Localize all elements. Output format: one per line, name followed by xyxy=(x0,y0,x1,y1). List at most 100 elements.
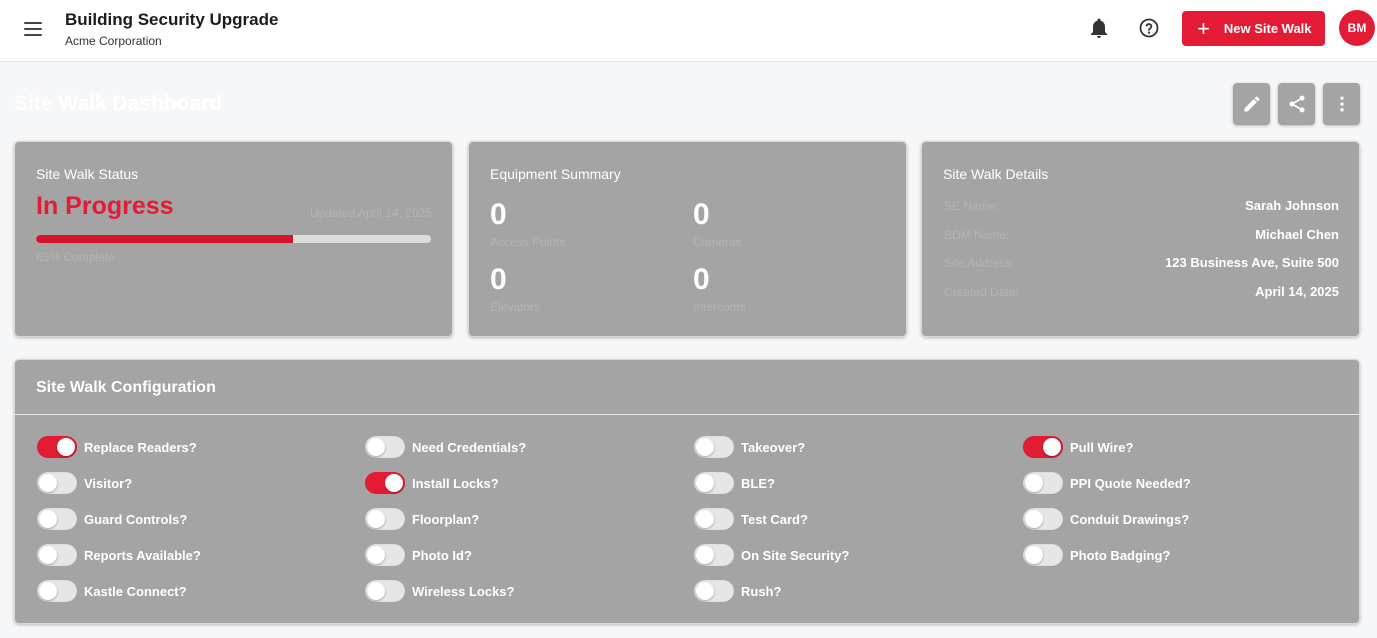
toggle-knob xyxy=(367,510,385,528)
toggle-wireless-locks[interactable]: Wireless Locks? xyxy=(365,579,514,603)
help-icon[interactable] xyxy=(1137,16,1161,40)
toggle-switch[interactable] xyxy=(37,580,77,602)
created-date-label: Created Date: xyxy=(944,285,1019,299)
toggle-guard-controls[interactable]: Guard Controls? xyxy=(37,507,187,531)
toggle-photo-badging[interactable]: Photo Badging? xyxy=(1023,543,1170,567)
toggle-conduit-drawings[interactable]: Conduit Drawings? xyxy=(1023,507,1189,531)
toggle-label: BLE? xyxy=(741,475,775,491)
toggle-switch[interactable] xyxy=(1023,436,1063,458)
plus-icon: + xyxy=(1197,15,1210,41)
toggle-label: Wireless Locks? xyxy=(412,583,515,599)
toggle-switch[interactable] xyxy=(1023,472,1063,494)
toggle-label: PPI Quote Needed? xyxy=(1070,475,1191,491)
edit-button[interactable] xyxy=(1233,83,1270,125)
toggle-knob xyxy=(39,474,57,492)
toggle-switch[interactable] xyxy=(1023,544,1063,566)
toggle-knob xyxy=(1025,546,1043,564)
divider xyxy=(15,414,1359,415)
created-date-value: April 14, 2025 xyxy=(1255,284,1339,299)
status-card-title: Site Walk Status xyxy=(36,166,139,182)
notifications-bell-icon[interactable] xyxy=(1087,16,1111,40)
toggle-ble[interactable]: BLE? xyxy=(694,471,775,495)
toggle-switch[interactable] xyxy=(694,544,734,566)
progress-fill xyxy=(36,235,293,243)
new-site-walk-button[interactable]: + New Site Walk xyxy=(1182,11,1325,46)
toggle-on-site-security[interactable]: On Site Security? xyxy=(694,543,849,567)
status-updated: Updated April 14, 2025 xyxy=(309,206,432,220)
share-button[interactable] xyxy=(1278,83,1315,125)
app-header: Building Security Upgrade Acme Corporati… xyxy=(0,0,1377,62)
equipment-card-title: Equipment Summary xyxy=(490,166,621,182)
cameras-count: 0 xyxy=(693,198,710,231)
toggle-knob xyxy=(1025,510,1043,528)
progress-bar xyxy=(36,235,431,243)
configuration-card: Site Walk Configuration Replace Readers?… xyxy=(14,359,1360,624)
toggle-label: Takeover? xyxy=(741,439,806,455)
toggle-knob xyxy=(696,546,714,564)
toggle-switch[interactable] xyxy=(694,436,734,458)
toggle-knob xyxy=(367,546,385,564)
toggle-switch[interactable] xyxy=(365,436,405,458)
toggle-knob xyxy=(696,582,714,600)
toggle-switch[interactable] xyxy=(37,472,77,494)
equipment-card: Equipment Summary 0 Access Points 0 Came… xyxy=(468,141,907,337)
toggle-knob xyxy=(696,438,714,456)
toggle-pull-wire[interactable]: Pull Wire? xyxy=(1023,435,1133,459)
toggle-kastle-connect[interactable]: Kastle Connect? xyxy=(37,579,187,603)
toggle-test-card[interactable]: Test Card? xyxy=(694,507,808,531)
toggle-switch[interactable] xyxy=(37,436,77,458)
toggle-rush[interactable]: Rush? xyxy=(694,579,781,603)
toggle-label: Guard Controls? xyxy=(84,511,188,527)
cameras-label: Cameras xyxy=(693,235,742,249)
toggle-takeover[interactable]: Takeover? xyxy=(694,435,805,459)
share-icon xyxy=(1289,95,1304,113)
toggle-switch[interactable] xyxy=(694,508,734,530)
toggle-floorplan[interactable]: Floorplan? xyxy=(365,507,479,531)
toggle-label: Kastle Connect? xyxy=(84,583,187,599)
toggle-switch[interactable] xyxy=(365,580,405,602)
toggle-ppi-quote-needed[interactable]: PPI Quote Needed? xyxy=(1023,471,1191,495)
new-site-walk-label: New Site Walk xyxy=(1223,21,1312,36)
avatar[interactable]: BM xyxy=(1339,10,1375,46)
site-address-value: 123 Business Ave, Suite 500 xyxy=(1165,255,1339,270)
toggle-switch[interactable] xyxy=(694,472,734,494)
more-options-button[interactable] xyxy=(1323,83,1360,125)
toggle-label: Rush? xyxy=(741,583,782,599)
toggle-switch[interactable] xyxy=(1023,508,1063,530)
toggle-reports-available[interactable]: Reports Available? xyxy=(37,543,201,567)
toggle-photo-id[interactable]: Photo Id? xyxy=(365,543,472,567)
toggle-knob xyxy=(57,438,75,456)
toggle-switch[interactable] xyxy=(365,544,405,566)
toggle-knob xyxy=(367,582,385,600)
toggle-knob xyxy=(39,546,57,564)
toggle-knob xyxy=(696,510,714,528)
status-card: Site Walk Status In Progress Updated Apr… xyxy=(14,141,453,337)
toggle-knob xyxy=(385,474,403,492)
company-name: Acme Corporation xyxy=(65,34,162,48)
toggle-switch[interactable] xyxy=(694,580,734,602)
configuration-title: Site Walk Configuration xyxy=(36,379,216,396)
toggle-label: Photo Badging? xyxy=(1070,547,1171,563)
elevators-count: 0 xyxy=(490,263,507,296)
toggle-switch[interactable] xyxy=(365,508,405,530)
toggle-switch[interactable] xyxy=(37,544,77,566)
bdm-name-label: BDM Name: xyxy=(944,228,1010,242)
access-points-label: Access Points xyxy=(490,235,566,249)
toggle-knob xyxy=(696,474,714,492)
toggle-install-locks[interactable]: Install Locks? xyxy=(365,471,499,495)
se-name-label: SE Name: xyxy=(944,199,999,213)
toggle-switch[interactable] xyxy=(365,472,405,494)
title-block: Building Security Upgrade Acme Corporati… xyxy=(65,9,278,48)
site-address-label: Site Address: xyxy=(944,256,1015,270)
pencil-icon xyxy=(1244,96,1260,112)
toggle-label: Photo Id? xyxy=(412,547,472,563)
toggle-switch[interactable] xyxy=(37,508,77,530)
toggle-visitor[interactable]: Visitor? xyxy=(37,471,132,495)
details-card-title: Site Walk Details xyxy=(943,166,1049,182)
toggle-need-credentials[interactable]: Need Credentials? xyxy=(365,435,526,459)
toggle-label: Test Card? xyxy=(741,511,808,527)
toggle-knob xyxy=(1025,474,1043,492)
details-card: Site Walk Details SE Name: Sarah Johnson… xyxy=(921,141,1360,337)
toggle-replace-readers[interactable]: Replace Readers? xyxy=(37,435,197,459)
menu-icon[interactable] xyxy=(20,17,46,41)
